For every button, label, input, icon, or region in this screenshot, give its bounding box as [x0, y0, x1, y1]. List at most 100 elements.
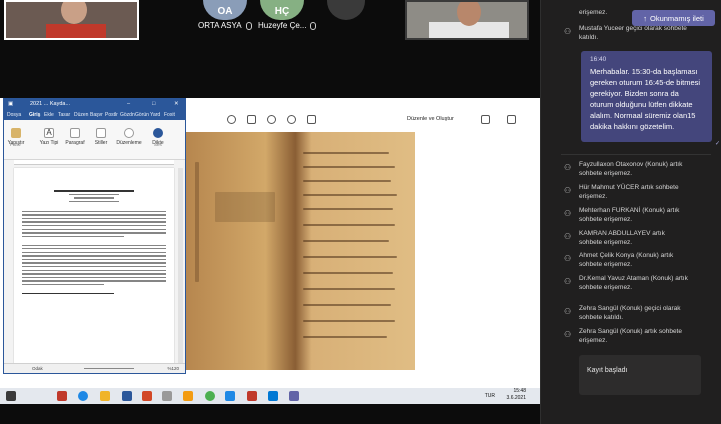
chat-event: Ahmet Çelik Konya (Konuk) artık sohbete … — [579, 252, 674, 268]
unread-messages-button[interactable]: ↑ Okunmamış ileti — [632, 10, 715, 26]
participant-video-1[interactable] — [4, 0, 139, 40]
doc-text-line — [22, 276, 166, 279]
status-bar: Odak %120 — [4, 363, 185, 373]
maximize-icon[interactable]: □ — [152, 101, 155, 107]
word-window[interactable]: ▣ 2021 ... Kayda... – □ ✕ Dosya Giriş Ek… — [3, 98, 186, 374]
doc-email-line — [69, 200, 119, 203]
edit-create-button[interactable]: Düzenle ve Oluştur — [407, 116, 454, 122]
find-icon — [124, 128, 134, 138]
participant-video-2[interactable] — [405, 0, 529, 40]
acrobat-icon[interactable] — [57, 391, 67, 401]
person-icon: ⚇ — [564, 254, 572, 263]
clock[interactable]: 15:48 3.6.2021 — [507, 388, 526, 402]
pdf-icon[interactable] — [247, 391, 257, 401]
delete-icon[interactable] — [247, 115, 256, 124]
doc-text-line — [22, 228, 166, 230]
vertical-scrollbar[interactable] — [178, 168, 183, 364]
chat-message[interactable]: 16:40 Merhabalar. 15:30-da başlaması ger… — [581, 51, 712, 142]
app-icon[interactable] — [162, 391, 172, 401]
manuscript-line — [303, 208, 393, 210]
doc-text-line — [22, 217, 166, 220]
doc-affil-line — [74, 197, 114, 199]
doc-text-line — [22, 283, 104, 286]
tab-home[interactable]: Giriş — [29, 112, 40, 118]
word-icon[interactable] — [122, 391, 132, 401]
ribbon: Yapıştır A Yazı Tipi Paragraf Stiller Dü… — [4, 120, 185, 160]
save-icon[interactable]: ▣ — [8, 101, 13, 107]
doc-text-line — [22, 255, 166, 257]
word-titlebar: ▣ 2021 ... Kayda... – □ ✕ — [4, 99, 185, 111]
tab-layout[interactable]: Düzen — [74, 112, 88, 118]
chat-event: Fayzullaxon Otaxonov (Konuk) artık sohbe… — [579, 161, 683, 177]
chat-event-guest-joined: Mustafa Yuceer geçici olarak sohbete kat… — [579, 25, 687, 41]
chrome-icon[interactable] — [205, 391, 215, 401]
ruler — [14, 160, 174, 165]
person-icon: ⚇ — [564, 186, 572, 195]
person-icon: ⚇ — [564, 163, 572, 172]
doc-text-line — [22, 225, 166, 227]
edge-icon[interactable] — [78, 391, 88, 401]
font-button[interactable]: A Yazı Tipi — [38, 128, 60, 146]
crop-icon[interactable] — [307, 115, 316, 124]
participant-name-1: ORTA ASYA — [198, 21, 252, 30]
outlook-icon[interactable] — [268, 391, 278, 401]
manuscript-line — [303, 180, 391, 182]
vlc-icon[interactable] — [183, 391, 193, 401]
share-icon[interactable] — [481, 115, 490, 124]
editing-label: Düzenleme — [116, 140, 142, 146]
doc-text-line — [22, 258, 166, 261]
paragraph-button[interactable]: Paragraf — [62, 128, 88, 146]
chat-event: Zehra Sangül (Konuk) artık sohbete erişe… — [579, 328, 682, 344]
doc-text-line — [22, 232, 166, 234]
expand-icon[interactable]: ⤢ — [527, 372, 534, 383]
participant-avatar-2[interactable]: HÇ — [260, 0, 304, 20]
manuscript-line — [303, 166, 395, 168]
recording-label: Kayıt başladı — [587, 367, 628, 374]
photos-toolbar: Düzenle ve Oluştur — [185, 112, 540, 130]
divider — [561, 154, 711, 155]
favorite-icon[interactable] — [267, 115, 276, 124]
tab-foxit[interactable]: Foxit — [164, 112, 175, 118]
zoom-in-icon[interactable] — [227, 115, 236, 124]
powerpoint-icon[interactable] — [142, 391, 152, 401]
zoom-slider[interactable] — [84, 368, 134, 369]
doc-text-line — [22, 269, 166, 271]
manuscript-margin — [195, 162, 199, 282]
print-icon[interactable] — [507, 115, 516, 124]
person-icon: ⚇ — [564, 277, 572, 286]
start-icon[interactable] — [6, 391, 16, 401]
focus-mode-button[interactable]: Odak — [32, 366, 43, 371]
styles-icon — [96, 128, 106, 138]
tab-help[interactable]: Yard — [150, 112, 160, 118]
doc-text-line — [22, 235, 124, 238]
close-icon[interactable]: ✕ — [174, 101, 179, 107]
person-icon: ⚇ — [564, 232, 572, 241]
zoom-level[interactable]: %120 — [167, 366, 179, 371]
tab-insert[interactable]: Ekle — [44, 112, 54, 118]
tab-references[interactable]: Başvr — [90, 112, 103, 118]
tab-view[interactable]: Görün — [135, 112, 149, 118]
input-language[interactable]: TUR — [485, 393, 495, 399]
editing-button[interactable]: Düzenleme — [114, 128, 144, 146]
message-text: Merhabalar. 15:30-da başlaması gereken o… — [590, 67, 701, 131]
read-receipt-icon: ✓ — [715, 141, 721, 147]
minimize-icon[interactable]: – — [127, 101, 130, 107]
styles-button[interactable]: Stiller — [90, 128, 112, 146]
clock-date: 3.6.2021 — [506, 395, 526, 401]
doc-text-line — [22, 262, 166, 264]
tab-mailings[interactable]: Postlr — [105, 112, 118, 118]
tab-review[interactable]: Gözdn — [120, 112, 135, 118]
windows-taskbar: TUR 15:48 3.6.2021 — [0, 388, 540, 404]
tab-file[interactable]: Dosya — [7, 112, 21, 118]
mic-muted-icon — [310, 21, 317, 30]
file-explorer-icon[interactable] — [100, 391, 110, 401]
rotate-icon[interactable] — [287, 115, 296, 124]
teams-icon[interactable] — [289, 391, 299, 401]
document-page[interactable] — [14, 168, 174, 364]
person-icon: ⚇ — [564, 209, 572, 218]
photos-icon[interactable] — [225, 391, 235, 401]
participant-avatar-3[interactable] — [327, 0, 365, 20]
participant-avatar-1[interactable]: OA — [203, 0, 247, 20]
manuscript-note — [215, 192, 275, 222]
tab-design[interactable]: Tasar — [58, 112, 70, 118]
